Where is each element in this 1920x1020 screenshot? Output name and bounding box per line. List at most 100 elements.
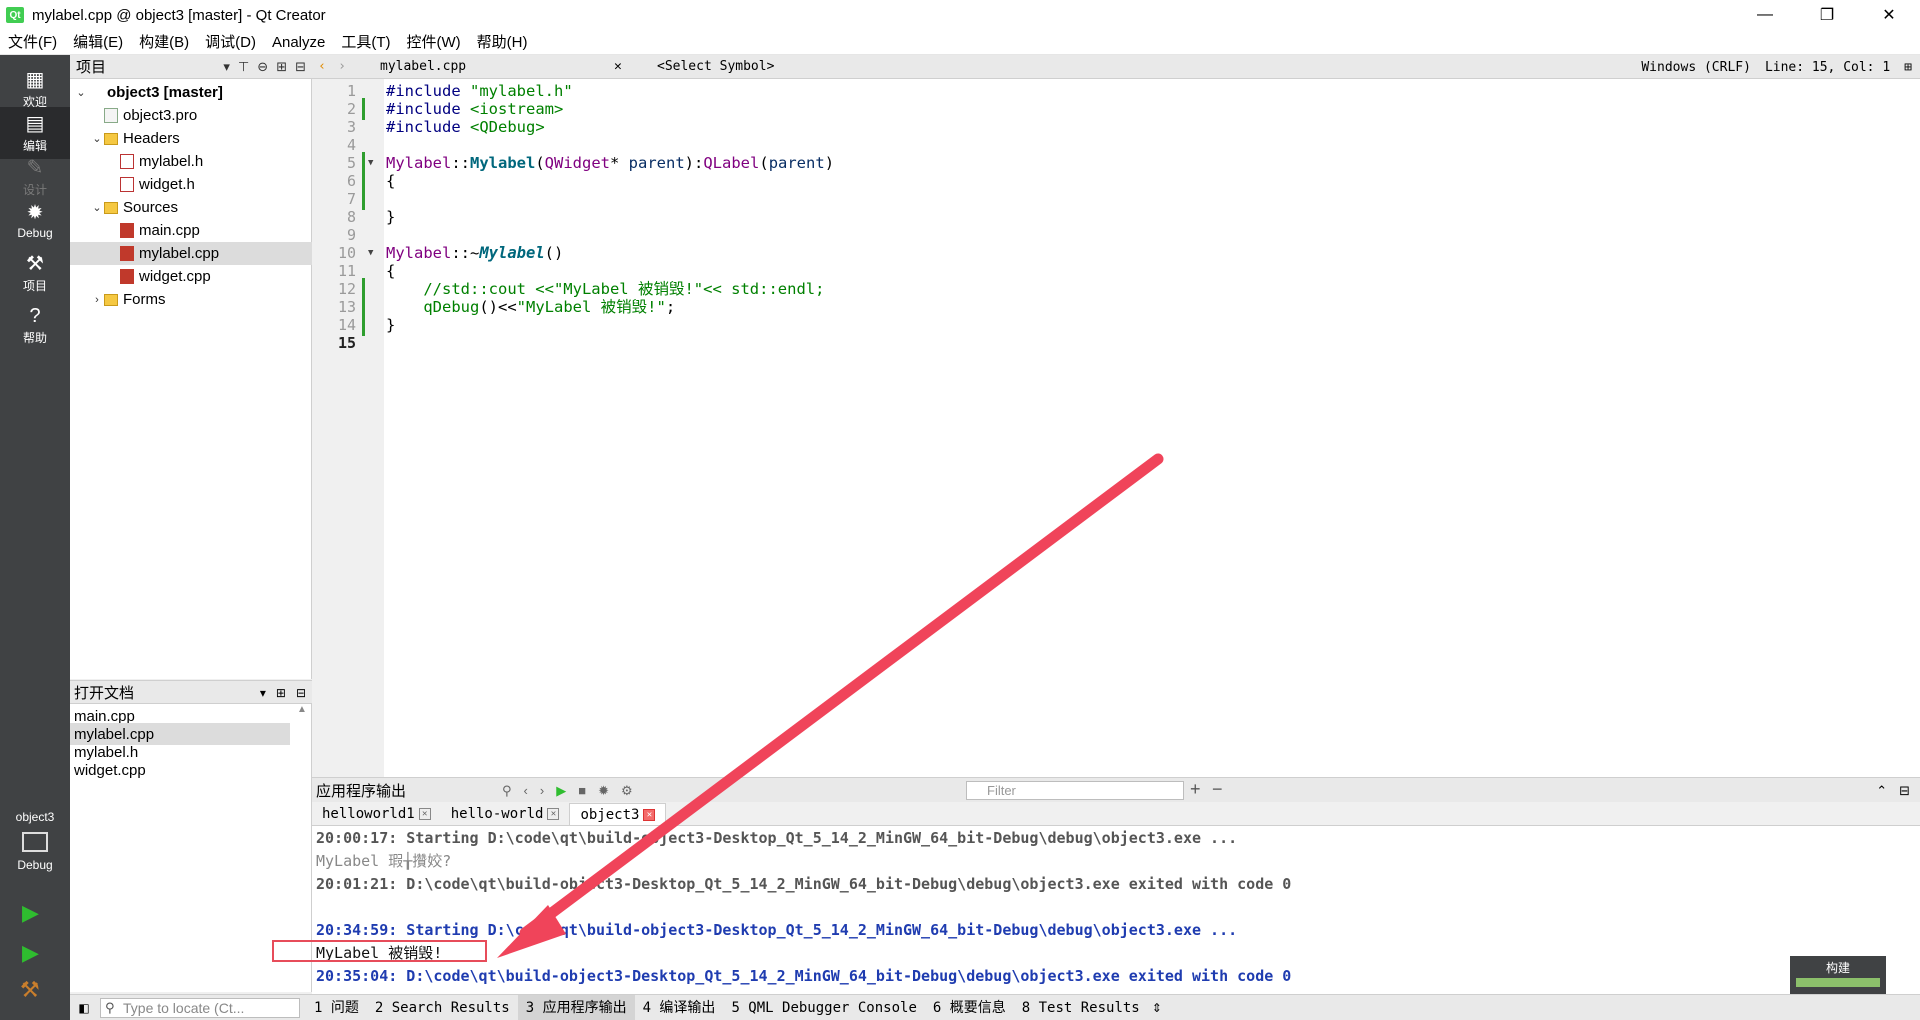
- stop-icon[interactable]: ■: [578, 783, 586, 798]
- close-file-icon[interactable]: ✕: [614, 59, 622, 74]
- change-marker: [362, 314, 365, 336]
- tree-item[interactable]: widget.cpp: [70, 265, 312, 288]
- link-icon[interactable]: ⊖: [257, 59, 268, 75]
- tree-item[interactable]: mylabel.h: [70, 150, 312, 173]
- fold-icon[interactable]: ▼: [368, 242, 378, 264]
- close-panel-icon[interactable]: ⊟: [295, 59, 306, 75]
- minimize-button[interactable]: —: [1734, 0, 1796, 30]
- chevron-down-icon[interactable]: ⌄: [90, 132, 104, 145]
- output-pane-tab[interactable]: 2 Search Results: [367, 995, 518, 1020]
- close-icon[interactable]: ✕: [547, 808, 560, 820]
- tree-item[interactable]: main.cpp: [70, 219, 312, 242]
- open-documents-title[interactable]: 打开文档: [74, 682, 134, 703]
- editor-scrollbar[interactable]: [1904, 79, 1920, 777]
- line-number: 15: [337, 334, 356, 352]
- symbol-selector[interactable]: <Select Symbol>: [657, 59, 774, 74]
- output-pane-tab[interactable]: 1 问题: [306, 995, 367, 1020]
- cursor-position[interactable]: Line: 15, Col: 1: [1765, 60, 1890, 75]
- forward-icon[interactable]: ›: [332, 59, 352, 74]
- output-pane-tabs: 1 问题 2 Search Results 3 应用程序输出 4 编译输出 5 QML …: [306, 994, 1148, 1020]
- locator-placeholder: Type to locate (Ct...: [123, 999, 245, 1016]
- hammer-icon[interactable]: ⚒: [20, 977, 40, 1003]
- tree-item-label: mylabel.h: [139, 153, 204, 170]
- output-pane-tab[interactable]: 8 Test Results: [1014, 995, 1148, 1020]
- mode-projects[interactable]: ⚒ 项目: [0, 247, 70, 299]
- mode-help[interactable]: ? 帮助: [0, 299, 70, 351]
- file-selector[interactable]: mylabel.cpp: [380, 59, 466, 74]
- zoom-out-icon[interactable]: −: [1212, 779, 1223, 800]
- chevron-down-icon[interactable]: ⌄: [74, 86, 88, 99]
- prev-icon[interactable]: ‹: [524, 783, 528, 798]
- split-icon[interactable]: ⊞: [276, 686, 286, 700]
- output-line: 20:00:17: Starting D:\code\qt\build-obje…: [316, 829, 1238, 847]
- output-tab[interactable]: helloworld1 ✕: [312, 803, 441, 825]
- toggle-sidebar-icon[interactable]: ◧: [74, 998, 94, 1018]
- output-console[interactable]: 20:00:17: Starting D:\code\qt\build-obje…: [312, 826, 1920, 994]
- menu-debug[interactable]: 调试(D): [197, 30, 264, 55]
- output-pane-tab[interactable]: 5 QML Debugger Console: [723, 995, 924, 1020]
- attach-icon[interactable]: ⚲: [502, 783, 512, 799]
- mode-debug[interactable]: ✹ Debug: [0, 195, 70, 247]
- attach-debugger-icon[interactable]: ✹: [598, 783, 609, 799]
- tree-item[interactable]: ⌄ Sources: [70, 196, 312, 219]
- tree-item-label: Forms: [123, 291, 166, 308]
- filter-icon[interactable]: ⊤: [238, 59, 249, 75]
- settings-icon[interactable]: ⚙: [621, 783, 633, 799]
- line-number-gutter: 1 2 3 4 5 ▼ 6 7 8 9 10 ▼ 11 12 13 14 15: [312, 79, 384, 777]
- tree-item[interactable]: ⌄ Headers: [70, 127, 312, 150]
- chevron-right-icon[interactable]: ›: [90, 294, 104, 306]
- code-editor[interactable]: 1 2 3 4 5 ▼ 6 7 8 9 10 ▼ 11 12 13 14 15 #include "mylabe…: [312, 79, 1920, 777]
- dropdown-icon[interactable]: ▾: [223, 59, 230, 75]
- project-panel-title[interactable]: 项目: [76, 56, 106, 77]
- more-tabs-icon[interactable]: ⇕: [1152, 1001, 1162, 1015]
- menu-build[interactable]: 构建(B): [131, 30, 197, 55]
- dropdown-icon[interactable]: ▾: [260, 686, 266, 700]
- open-document-item[interactable]: widget.cpp: [70, 759, 290, 781]
- output-filter-input[interactable]: Filter: [966, 781, 1184, 800]
- folder-file-icon: [104, 132, 118, 145]
- tree-item[interactable]: ⌄ object3 [master]: [70, 81, 312, 104]
- window-title: mylabel.cpp @ object3 [master] - Qt Crea…: [32, 6, 326, 24]
- output-tab[interactable]: hello-world ✕: [441, 803, 570, 825]
- fold-icon[interactable]: ▼: [368, 152, 378, 174]
- menu-help[interactable]: 帮助(H): [469, 30, 536, 55]
- locator-input[interactable]: ⚲ Type to locate (Ct...: [100, 997, 300, 1018]
- output-pane-tab[interactable]: 6 概要信息: [925, 995, 1014, 1020]
- menu-analyze[interactable]: Analyze: [264, 30, 333, 55]
- maximize-button[interactable]: ❐: [1796, 0, 1858, 30]
- kit-selector[interactable]: object3 Debug: [0, 808, 70, 883]
- close-panel-icon[interactable]: ⊟: [1899, 783, 1910, 799]
- close-icon[interactable]: ✕: [643, 808, 656, 821]
- output-scrollbar[interactable]: [1904, 826, 1920, 994]
- output-pane-tab[interactable]: 4 编译输出: [635, 995, 724, 1020]
- tree-item[interactable]: widget.h: [70, 173, 312, 196]
- zoom-in-icon[interactable]: +: [1190, 779, 1201, 800]
- back-icon[interactable]: ‹: [312, 59, 332, 74]
- close-button[interactable]: ✕: [1858, 0, 1920, 30]
- menu-controls[interactable]: 控件(W): [399, 30, 469, 55]
- close-icon[interactable]: ✕: [418, 808, 431, 820]
- close-panel-icon[interactable]: ⊟: [296, 686, 306, 700]
- tree-item[interactable]: mylabel.cpp: [70, 242, 312, 265]
- status-bar: ◧ ⚲ Type to locate (Ct... 1 问题 2 Search R…: [70, 994, 1920, 1020]
- code-line: }: [386, 208, 396, 226]
- menu-file[interactable]: 文件(F): [0, 30, 65, 55]
- menu-tools[interactable]: 工具(T): [333, 30, 398, 55]
- tree-item[interactable]: › Forms: [70, 288, 312, 311]
- line-ending-selector[interactable]: Windows (CRLF): [1641, 60, 1751, 75]
- output-pane-tab[interactable]: 3 应用程序输出: [517, 994, 635, 1020]
- run-icon[interactable]: ▶: [22, 900, 39, 926]
- output-tab-label: object3: [580, 806, 640, 823]
- split-icon[interactable]: ⊞: [1904, 60, 1912, 75]
- maximize-panel-icon[interactable]: ⌃: [1876, 783, 1887, 799]
- split-icon[interactable]: ⊞: [276, 59, 287, 75]
- next-icon[interactable]: ›: [540, 783, 544, 798]
- menu-edit[interactable]: 编辑(E): [65, 30, 131, 55]
- chevron-down-icon[interactable]: ⌄: [90, 201, 104, 214]
- output-tab[interactable]: object3 ✕: [569, 803, 667, 825]
- tree-item-label: object3 [master]: [107, 84, 223, 101]
- tree-item[interactable]: object3.pro: [70, 104, 312, 127]
- rerun-icon[interactable]: ▶: [556, 783, 566, 799]
- output-line: 20:34:59: Starting D:\code\qt\build-obje…: [316, 921, 1238, 939]
- debug-run-icon[interactable]: ▶: [22, 940, 39, 966]
